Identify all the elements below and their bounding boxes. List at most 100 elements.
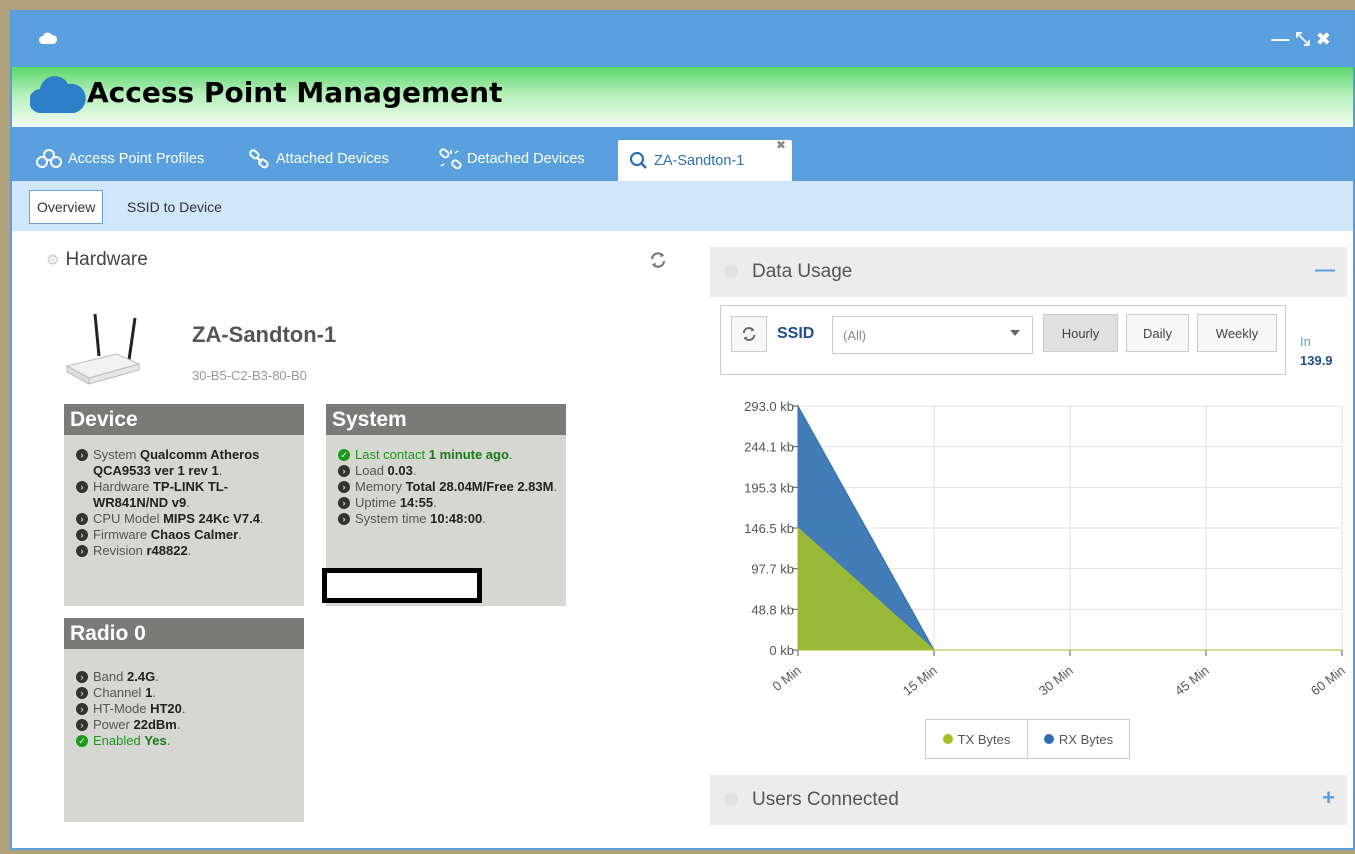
tab-access-point-profiles[interactable]: Access Point Profiles: [34, 139, 204, 179]
system-item: › System time 10:48:00.: [338, 511, 558, 527]
system-item: › Uptime 14:55.: [338, 495, 558, 511]
tab-close-icon[interactable]: ✖: [776, 138, 786, 152]
item-value: 2.4G: [127, 669, 156, 684]
hardware-title-text: Hardware: [65, 249, 148, 270]
radio-item: › Channel 1.: [76, 685, 296, 701]
radio-item: › Band 2.4G.: [76, 669, 296, 685]
restore-icon[interactable]: ⤡: [1296, 29, 1316, 49]
item-value: r48822: [146, 543, 188, 558]
sub-tabs: Overview SSID to Device: [12, 181, 1353, 231]
button-label: Weekly: [1215, 325, 1259, 341]
y-tick-label: 0 kb: [769, 643, 794, 658]
tab-detached-devices[interactable]: Detached Devices: [439, 139, 585, 179]
redaction-box: [322, 568, 482, 603]
main-tabs: Access Point Profiles Attached Devices D…: [12, 127, 1353, 181]
subtab-overview[interactable]: Overview: [29, 190, 104, 224]
x-tick-label: 0 Min: [770, 663, 804, 694]
device-item: › Revision r48822.: [76, 543, 296, 559]
refresh-data-button[interactable]: [731, 316, 767, 352]
device-info-box: Device › System Qualcomm Atheros QCA9533 …: [64, 404, 304, 606]
arrow-circle-icon: ›: [76, 671, 88, 683]
in-label: In: [1300, 334, 1311, 349]
data-usage-chart: 0 kb 48.8 kb 97.7 kb 146.5 kb 195.3 kb 244.1 …: [744, 399, 1347, 699]
device-mac-address: 30-B5-C2-B3-80-B0: [192, 368, 307, 383]
legend-item-tx[interactable]: TX Bytes: [926, 720, 1027, 758]
device-item: › Hardware TP-LINK TL-WR841N/ND v9.: [76, 479, 296, 511]
refresh-icon: [742, 327, 756, 341]
tab-label: Detached Devices: [467, 151, 585, 167]
arrow-circle-icon: ›: [338, 465, 350, 477]
item-value: Total 28.04M/Free 2.83M: [405, 479, 554, 494]
subtab-label: SSID to Device: [127, 199, 222, 215]
in-value: 139.9: [1300, 353, 1333, 368]
item-value: 1: [145, 685, 153, 700]
subtab-label: Overview: [37, 199, 96, 215]
daily-button[interactable]: Daily: [1126, 314, 1189, 352]
item-label: Memory: [355, 479, 402, 494]
x-tick-label: 15 Min: [900, 663, 940, 699]
item-label: Firmware: [93, 527, 148, 542]
x-tick-label: 60 Min: [1308, 663, 1347, 699]
device-item: › System Qualcomm Atheros QCA9533 ver 1 r…: [76, 447, 296, 479]
minimize-icon[interactable]: —: [1272, 29, 1296, 49]
item-value: Yes: [144, 733, 167, 748]
system-item: › Load 0.03.: [338, 463, 558, 479]
link-icon: [249, 149, 269, 169]
item-label: Last contact: [355, 447, 426, 462]
users-icon: [724, 792, 738, 806]
close-icon[interactable]: ✖: [1316, 29, 1337, 49]
ssid-select-value: (All): [843, 327, 867, 343]
router-image: [65, 313, 141, 385]
x-tick-label: 45 Min: [1172, 663, 1212, 699]
item-label: Revision: [93, 543, 143, 558]
users-connected-header[interactable]: Users Connected +: [710, 775, 1347, 825]
arrow-circle-icon: ›: [76, 719, 88, 731]
item-value: 14:55: [399, 495, 434, 510]
ssid-select[interactable]: (All): [832, 316, 1033, 354]
refresh-hardware-icon[interactable]: [649, 251, 667, 269]
broken-link-icon: [439, 148, 462, 170]
button-label: Hourly: [1061, 325, 1100, 341]
arrow-circle-icon: ›: [76, 513, 88, 525]
title-bar: —⤡✖: [12, 12, 1353, 67]
expand-icon[interactable]: +: [1322, 785, 1335, 811]
tab-za-sandton-1[interactable]: ZA-Sandton-1 ✖: [618, 138, 792, 181]
radio-item: › HT-Mode HT20.: [76, 701, 296, 717]
ssid-label: SSID: [777, 325, 815, 342]
arrow-circle-icon: ›: [76, 687, 88, 699]
data-usage-header[interactable]: Data Usage —: [710, 247, 1347, 297]
tab-label: ZA-Sandton-1: [654, 152, 745, 169]
chevron-down-icon: [1010, 330, 1020, 336]
item-value: 22dBm: [133, 717, 177, 732]
check-circle-icon: ✓: [338, 449, 350, 461]
item-label: Hardware: [93, 479, 150, 494]
cloud-icon: [39, 32, 57, 44]
hourly-button[interactable]: Hourly: [1043, 314, 1118, 352]
item-label: Load: [355, 463, 384, 478]
rx-dot: [1043, 734, 1054, 744]
legend-item-rx[interactable]: RX Bytes: [1027, 720, 1129, 758]
item-label: System: [93, 447, 137, 462]
arrow-circle-icon: ›: [76, 545, 88, 557]
item-label: System time: [355, 511, 427, 526]
radio-item: › Power 22dBm.: [76, 717, 296, 733]
weekly-button[interactable]: Weekly: [1197, 314, 1277, 352]
item-label: Power: [93, 717, 130, 732]
item-label: Uptime: [355, 495, 397, 510]
arrow-circle-icon: ›: [338, 513, 350, 525]
y-tick-label: 293.0 kb: [744, 399, 794, 414]
item-label: Channel: [93, 685, 142, 700]
arrow-circle-icon: ›: [338, 481, 350, 493]
check-circle-icon: ✓: [76, 735, 88, 747]
subtab-ssid-to-device[interactable]: SSID to Device: [120, 190, 229, 224]
collapse-icon[interactable]: —: [1315, 259, 1335, 282]
system-item: › Memory Total 28.04M/Free 2.83M.: [338, 479, 558, 495]
item-label: Enabled: [93, 733, 141, 748]
data-usage-title: Data Usage: [752, 261, 853, 282]
y-tick-label: 244.1 kb: [744, 440, 794, 455]
y-tick-label: 195.3 kb: [744, 480, 794, 495]
page-title: Access Point Management: [87, 76, 503, 109]
tab-attached-devices[interactable]: Attached Devices: [248, 139, 389, 179]
arrow-circle-icon: ›: [76, 481, 88, 493]
item-value: MIPS 24Kc V7.4: [163, 511, 260, 526]
